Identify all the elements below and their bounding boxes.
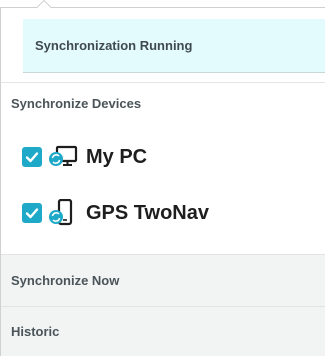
sync-now-label: Synchronize Now <box>11 273 120 288</box>
section-divider <box>1 82 325 83</box>
device-checkbox-gps-twonav[interactable] <box>22 203 42 223</box>
popover-caret <box>36 0 52 9</box>
device-checkbox-my-pc[interactable] <box>22 147 42 167</box>
device-label-gps-twonav: GPS TwoNav <box>86 201 209 224</box>
device-label-my-pc: My PC <box>86 145 148 168</box>
sync-devices-title: Synchronize Devices <box>11 96 142 111</box>
device-row-my-pc[interactable]: My PC <box>22 145 147 169</box>
pc-sync-icon <box>48 145 78 169</box>
checkmark-icon <box>25 152 39 163</box>
sync-popover: Synchronization Running Synchronize Devi… <box>0 0 325 356</box>
phone-sync-icon <box>48 199 78 227</box>
checkmark-icon <box>25 208 39 219</box>
sync-status-banner: Synchronization Running <box>23 19 325 73</box>
historic-button[interactable]: Historic <box>1 306 325 356</box>
sync-now-button[interactable]: Synchronize Now <box>1 254 325 306</box>
sync-status-label: Synchronization Running <box>35 38 193 53</box>
device-row-gps-twonav[interactable]: GPS TwoNav <box>22 199 209 227</box>
historic-label: Historic <box>11 324 60 339</box>
